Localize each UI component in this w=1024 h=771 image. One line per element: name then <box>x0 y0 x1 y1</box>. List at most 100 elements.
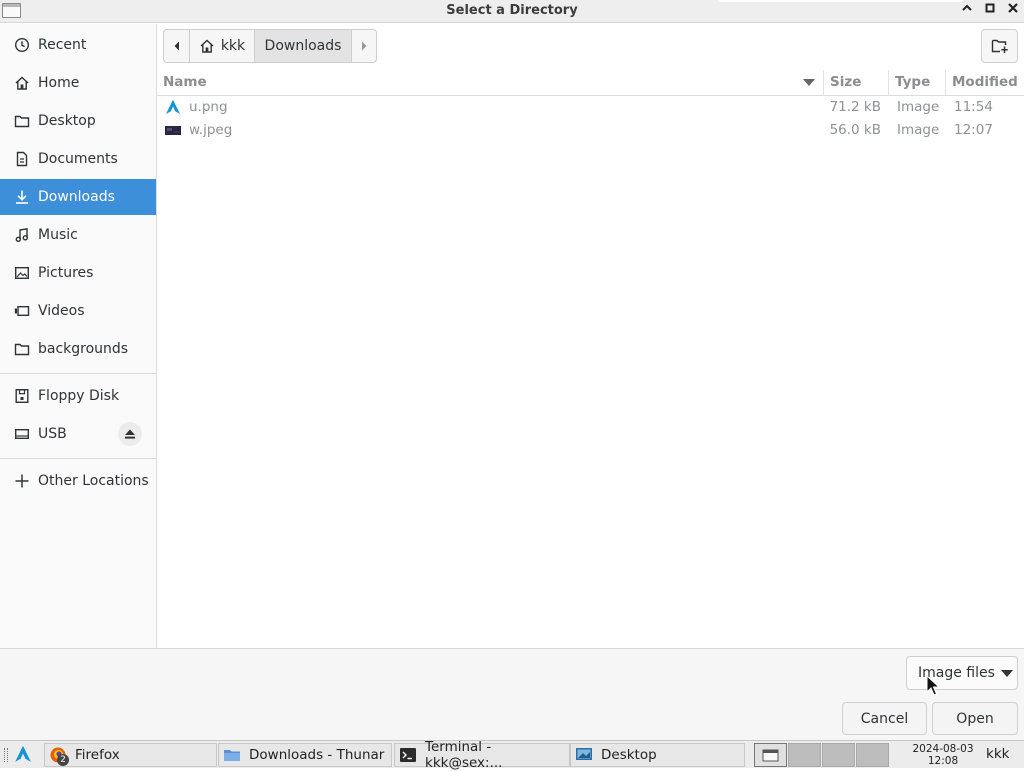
clock-date: 2024-08-03 <box>912 743 974 755</box>
sidebar-item-label: Documents <box>38 151 118 167</box>
sidebar-item-music[interactable]: Music <box>0 217 156 253</box>
file-row[interactable]: u.png 71.2 kB Image 11:54 <box>157 96 1024 119</box>
taskbar-item-terminal[interactable]: Terminal - kkk@sex:... <box>394 739 570 771</box>
user-name[interactable]: kkk <box>986 746 1009 762</box>
home-icon <box>200 39 214 53</box>
maximize-button[interactable] <box>981 2 999 20</box>
new-folder-icon <box>991 39 1008 53</box>
places-sidebar: Recent Home Desktop Documents Downloads … <box>0 24 157 648</box>
taskbar-item-label: Downloads - Thunar <box>249 747 385 763</box>
sidebar-item-backgrounds[interactable]: backgrounds <box>0 331 156 367</box>
mouse-pointer-icon <box>926 675 940 696</box>
sidebar-item-label: Music <box>38 227 78 243</box>
image-thumbnail-icon <box>165 122 181 138</box>
taskbar: 2 Firefox Downloads - Thunar Terminal - … <box>0 739 1024 771</box>
clock-time: 12:08 <box>927 755 959 767</box>
file-modified: 12:07 <box>954 122 993 138</box>
floppy-icon <box>0 388 38 404</box>
taskbar-item-label: Firefox <box>75 747 120 763</box>
home-icon <box>0 75 38 91</box>
sidebar-item-label: Downloads <box>38 189 115 205</box>
folder-icon <box>0 113 38 129</box>
sidebar-item-pictures[interactable]: Pictures <box>0 255 156 291</box>
sidebar-item-home[interactable]: Home <box>0 65 156 101</box>
plus-icon <box>0 473 38 489</box>
arch-logo-icon <box>165 99 181 115</box>
chevron-right-icon <box>362 41 367 51</box>
app-menu-button[interactable] <box>14 745 34 765</box>
column-header-name[interactable]: Name <box>157 70 823 95</box>
sidebar-item-documents[interactable]: Documents <box>0 141 156 177</box>
clock[interactable]: 2024-08-03 12:08 <box>906 743 980 767</box>
open-button[interactable]: Open <box>932 702 1018 735</box>
path-forward-button[interactable] <box>352 30 376 62</box>
notification-badge: 2 <box>57 754 69 766</box>
taskbar-item-firefox[interactable]: 2 Firefox <box>44 743 217 767</box>
close-button[interactable] <box>1004 2 1022 20</box>
taskbar-item-thunar[interactable]: Downloads - Thunar <box>218 743 392 767</box>
minimize-button[interactable] <box>958 2 976 20</box>
column-header-modified[interactable]: Modified <box>945 70 1024 95</box>
sidebar-item-videos[interactable]: Videos <box>0 293 156 329</box>
column-header-size[interactable]: Size <box>823 70 888 95</box>
workspace-4[interactable] <box>856 743 889 767</box>
drive-icon <box>0 426 38 442</box>
taskbar-item-desktop[interactable]: Desktop <box>570 743 745 767</box>
taskbar-item-label: Terminal - kkk@sex:... <box>425 739 503 771</box>
new-folder-button[interactable] <box>981 29 1018 63</box>
chevron-down-icon <box>1000 669 1013 677</box>
file-row[interactable]: w.jpeg 56.0 kB Image 12:07 <box>157 119 1024 142</box>
eject-button[interactable] <box>118 422 142 446</box>
file-name: w.jpeg <box>189 122 233 138</box>
close-icon <box>1008 3 1018 13</box>
sidebar-item-label: Pictures <box>38 265 94 281</box>
music-icon <box>0 227 38 243</box>
sidebar-separator <box>0 373 156 374</box>
taskbar-item-label: Desktop <box>601 747 657 763</box>
window-title: Select a Directory <box>446 3 578 18</box>
cancel-button[interactable]: Cancel <box>842 702 927 735</box>
sidebar-item-desktop[interactable]: Desktop <box>0 103 156 139</box>
file-filter-dropdown[interactable]: Image files <box>906 656 1018 690</box>
workspace-3[interactable] <box>822 743 855 767</box>
eject-icon <box>125 429 135 439</box>
workspace-1[interactable] <box>754 743 787 767</box>
file-list-header: Name Size Type Modified <box>157 70 1024 96</box>
download-icon <box>0 189 38 205</box>
sidebar-item-label: USB <box>38 426 67 442</box>
path-segment-label: kkk <box>220 38 246 54</box>
path-back-button[interactable] <box>164 30 190 62</box>
chevron-up-icon <box>962 4 972 11</box>
sidebar-item-label: Videos <box>38 303 85 319</box>
title-bar-highlight <box>718 0 964 2</box>
file-size: 71.2 kB <box>829 99 881 115</box>
file-manager-icon <box>223 746 241 764</box>
sidebar-item-label: Recent <box>38 37 87 53</box>
file-size: 56.0 kB <box>829 122 881 138</box>
title-bar: Select a Directory <box>0 0 1024 23</box>
file-type: Image <box>897 99 940 115</box>
sidebar-item-floppy-disk[interactable]: Floppy Disk <box>0 378 156 414</box>
sidebar-separator <box>0 458 156 459</box>
path-segment-downloads[interactable]: Downloads <box>255 30 352 62</box>
folder-icon <box>0 341 38 357</box>
path-segment-label: Downloads <box>264 38 342 54</box>
clock-icon <box>0 37 38 53</box>
sidebar-item-label: Other Locations <box>38 473 149 489</box>
column-header-type[interactable]: Type <box>888 70 945 95</box>
sidebar-item-recent[interactable]: Recent <box>0 27 156 63</box>
sidebar-item-downloads[interactable]: Downloads <box>0 179 156 215</box>
workspace-2[interactable] <box>788 743 821 767</box>
document-icon <box>0 151 38 167</box>
desktop-icon <box>575 746 593 764</box>
path-segment-home[interactable]: kkk <box>190 30 255 62</box>
sidebar-item-other-locations[interactable]: Other Locations <box>0 463 156 499</box>
sidebar-item-usb[interactable]: USB <box>0 416 156 452</box>
picture-icon <box>0 265 38 281</box>
taskbar-handle[interactable] <box>4 748 8 762</box>
terminal-icon <box>399 746 417 764</box>
sort-descending-icon <box>803 79 815 86</box>
file-modified: 11:54 <box>954 99 993 115</box>
arch-logo-icon <box>15 745 31 762</box>
path-bar: kkk Downloads <box>163 29 377 63</box>
